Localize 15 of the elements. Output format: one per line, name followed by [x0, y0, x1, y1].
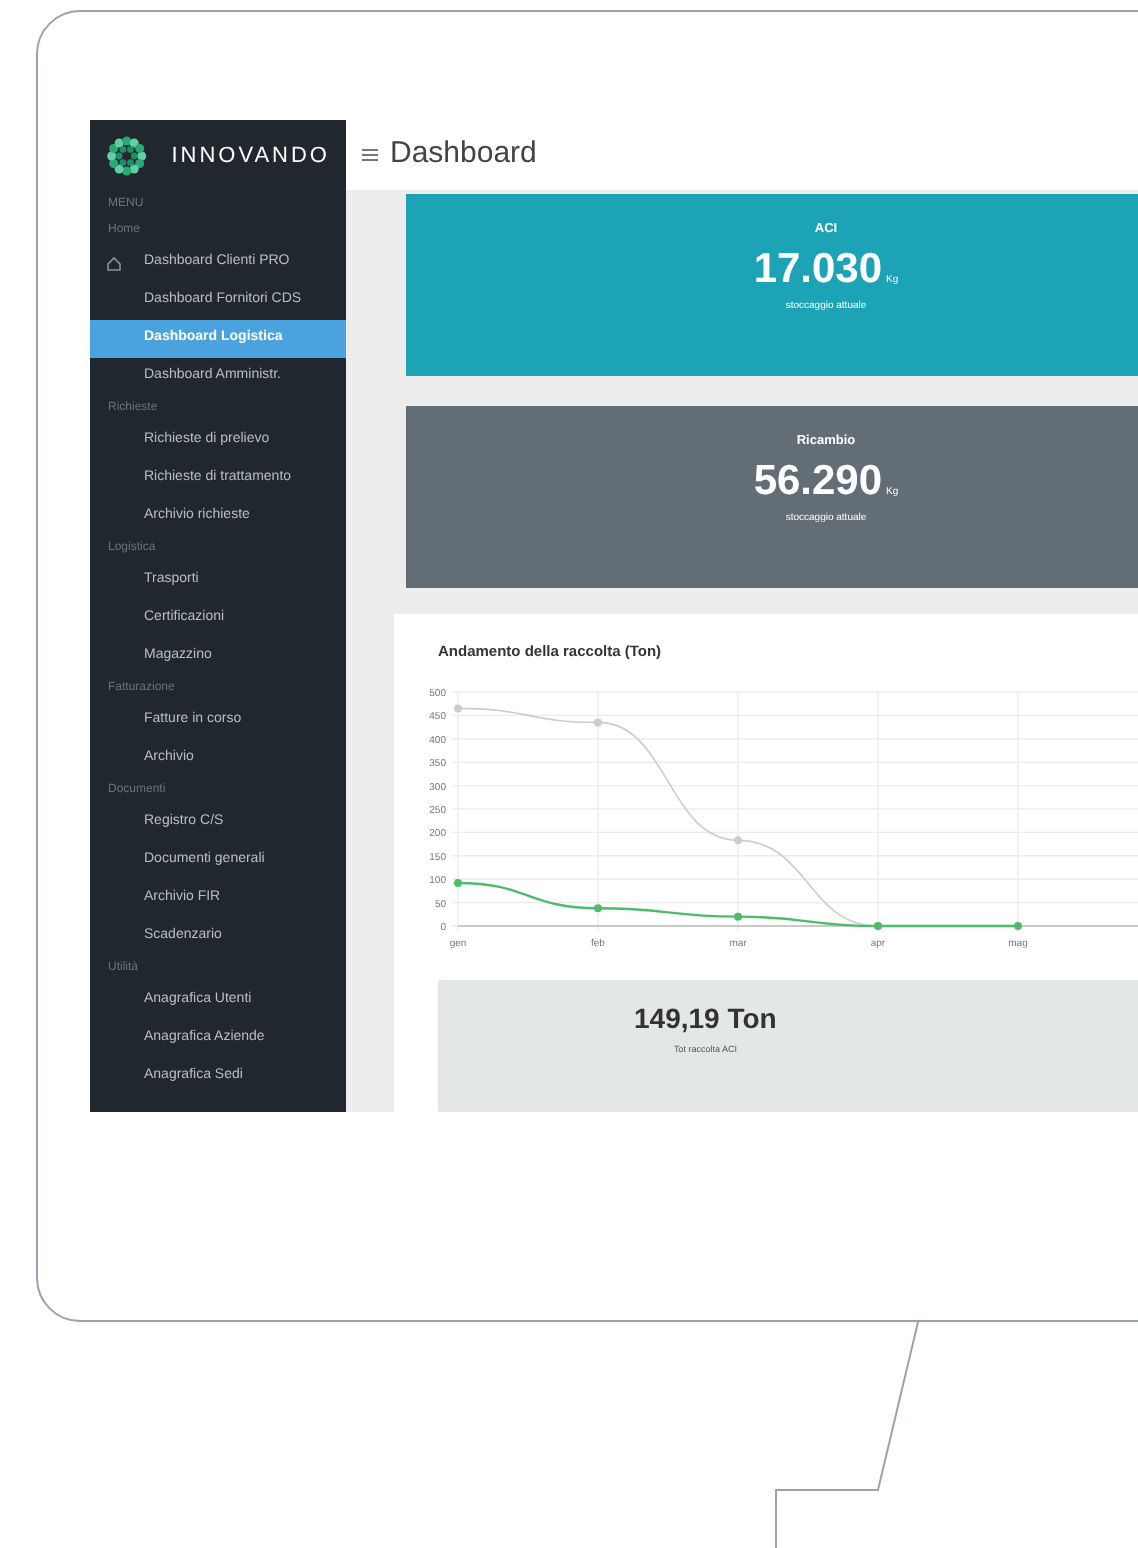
- total-value: 149,19 Ton: [634, 1000, 777, 1039]
- data-point: [454, 704, 462, 713]
- data-point: [454, 879, 462, 888]
- page-title: Dashboard: [390, 134, 537, 175]
- data-point: [594, 718, 602, 727]
- brand-name: INNOVANDO: [171, 141, 330, 172]
- stock-value: 17.030: [753, 247, 883, 290]
- menu-icon[interactable]: [362, 148, 378, 162]
- data-point: [594, 904, 602, 913]
- data-point: [734, 836, 742, 845]
- home-icon: [106, 255, 122, 271]
- data-point: [734, 913, 742, 922]
- logo-icon: [106, 134, 148, 178]
- data-point: [1014, 922, 1022, 931]
- stock-value: 56.290: [753, 459, 883, 502]
